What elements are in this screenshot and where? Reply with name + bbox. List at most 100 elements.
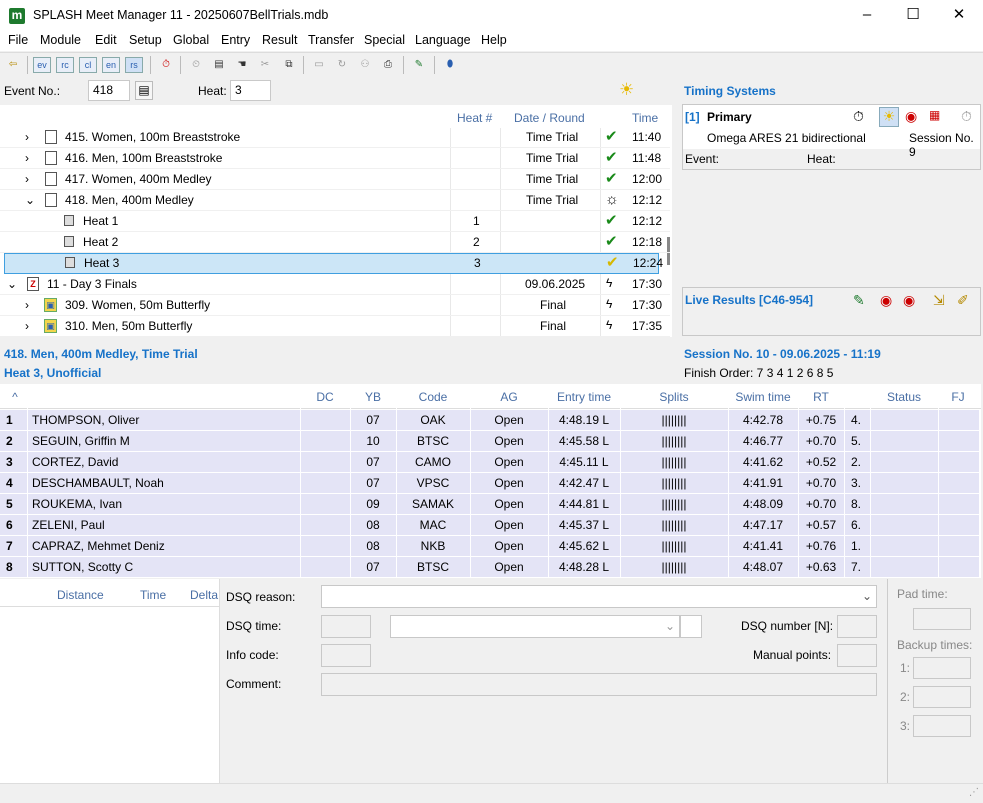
record-icon[interactable]: ◉ [880,292,892,309]
cell-splits[interactable]: |||||||| [620,476,728,490]
tree-row[interactable]: › 417. Women, 400m Medley Time Trial ✔ 1… [0,169,670,190]
table-row[interactable]: 6 ZELENI, Paul 08 MAC Open 4:45.37 L |||||||| 4… [0,515,979,536]
backup-3-field[interactable] [913,715,971,737]
pad-time-field[interactable] [913,608,971,630]
timer-icon[interactable]: ⏲ [187,56,205,74]
col-heat-header[interactable]: Heat # [457,111,492,125]
dsq-time-field[interactable] [321,615,371,638]
table-row[interactable]: 2 SEGUIN, Griffin M 10 BTSC Open 4:45.58 L |||… [0,431,979,452]
collapse-icon[interactable]: ⌄ [25,193,35,207]
lang-rs-button[interactable]: rs [125,57,143,73]
menu-global[interactable]: Global [173,33,209,47]
heat-input[interactable]: 3 [230,80,271,101]
dsq-code-select[interactable]: ⌄ [390,615,680,638]
dsq-extra-button[interactable] [680,615,702,638]
event-no-input[interactable]: 418 [88,80,130,101]
timing-primary[interactable]: [1] Primary ⏱ ☀ ◉ ▦ ⏱ Omega ARES 21 bidi… [683,105,980,159]
film-icon[interactable]: ▦ [929,108,940,122]
cell-splits[interactable]: |||||||| [620,413,728,427]
table-row[interactable]: 7 CAPRAZ, Mehmet Deniz 08 NKB Open 4:45.62 L |… [0,536,979,557]
menu-transfer[interactable]: Transfer [308,33,354,47]
folder-icon[interactable]: ⇲ [933,292,945,309]
col-splits-header[interactable]: Splits [620,390,728,404]
record-stop-icon[interactable]: ◉ [903,292,915,309]
tree-row-selected[interactable]: Heat 3 3 ✔ 12:24 [4,253,663,274]
edit-icon[interactable]: ✎ [853,292,865,309]
monitor-icon[interactable]: ▭ [310,56,328,74]
tree-row[interactable]: ⌄ Z 11 - Day 3 Finals 09.06.2025 ϟ 17:30 [0,274,670,295]
table-row[interactable]: 5 ROUKEMA, Ivan 09 SAMAK Open 4:44.81 L ||||||… [0,494,979,515]
time-header[interactable]: Time [140,588,166,602]
edit-icon[interactable]: ✎ [410,56,428,74]
stopwatch-icon[interactable]: ⏱ [157,56,175,74]
minimize-button[interactable]: – [844,0,890,31]
tree-row[interactable]: › 415. Women, 100m Breaststroke Time Tri… [0,127,670,148]
menu-module[interactable]: Module [40,33,81,47]
print-list-icon[interactable]: ▤ [210,56,228,74]
tree-row[interactable]: ⌄ 418. Men, 400m Medley Time Trial ☼ 12:… [0,190,670,211]
col-status-header[interactable]: Status [870,390,938,404]
cell-splits[interactable]: |||||||| [620,560,728,574]
menu-special[interactable]: Special [364,33,405,47]
table-row[interactable]: 3 CORTEZ, David 07 CAMO Open 4:45.11 L |||||||… [0,452,979,473]
dsq-number-field[interactable] [837,615,877,638]
maximize-button[interactable]: ☐ [890,0,936,31]
col-yb-header[interactable]: YB [350,390,396,404]
stopwatch-icon[interactable]: ⏱ [961,108,972,125]
dsq-reason-select[interactable]: ⌄ [321,585,877,608]
exit-icon[interactable]: ⇦ [4,56,22,74]
cell-splits[interactable]: |||||||| [620,539,728,553]
comment-field[interactable] [321,673,877,696]
expand-icon[interactable]: › [25,172,29,186]
copy-icon[interactable]: ⧉ [280,56,298,74]
chevron-down-icon[interactable]: ⌄ [862,589,872,603]
refresh-icon[interactable]: ↻ [333,56,351,74]
menu-help[interactable]: Help [481,33,507,47]
hand-icon[interactable]: ☚ [233,56,251,74]
lang-cl-button[interactable]: cl [79,57,97,73]
tree-row[interactable]: › ▣ 310. Men, 50m Butterfly Final ϟ 17:3… [0,316,670,337]
device-icon[interactable]: ⬮ [441,56,459,74]
notes-icon[interactable]: ✐ [957,292,969,309]
backup-1-field[interactable] [913,657,971,679]
col-dc-header[interactable]: DC [300,390,350,404]
lang-en-button[interactable]: en [102,57,120,73]
expand-icon[interactable]: › [25,319,29,333]
distance-header[interactable]: Distance [57,588,104,602]
resize-grip-icon[interactable]: ⋰ [969,787,979,798]
sort-icon[interactable]: ^ [10,390,20,404]
table-row[interactable]: 1 THOMPSON, Oliver 07 OAK Open 4:48.19 L |||||… [0,410,979,431]
col-ag-header[interactable]: AG [470,390,548,404]
lang-ev-button[interactable]: ev [33,57,51,73]
tools-icon[interactable]: ✂ [256,56,274,74]
menu-edit[interactable]: Edit [95,33,117,47]
menu-setup[interactable]: Setup [129,33,162,47]
delta-header[interactable]: Delta [190,588,218,602]
collapse-icon[interactable]: ⌄ [7,277,17,291]
lang-rc-button[interactable]: rc [56,57,74,73]
col-entry-header[interactable]: Entry time [548,390,620,404]
tree-row[interactable]: Heat 1 1 ✔ 12:12 [0,211,670,232]
close-button[interactable]: ✕ [936,0,982,31]
table-row[interactable]: 4 DESCHAMBAULT, Noah 07 VPSC Open 4:42.47 L ||… [0,473,979,494]
col-code-header[interactable]: Code [396,390,470,404]
menu-entry[interactable]: Entry [221,33,250,47]
expand-icon[interactable]: › [25,151,29,165]
tree-row[interactable]: Heat 2 2 ✔ 12:18 [0,232,670,253]
record-icon[interactable]: ◉ [905,108,917,125]
manual-points-field[interactable] [837,644,877,667]
printer-icon[interactable]: ⎙ [379,56,397,74]
expand-icon[interactable]: › [25,298,29,312]
timer-icon[interactable]: ⏱ [853,108,864,125]
tree-row[interactable]: › ▣ 309. Women, 50m Butterfly Final ϟ 17… [0,295,670,316]
cell-splits[interactable]: |||||||| [620,518,728,532]
expand-icon[interactable]: › [25,130,29,144]
tree-row[interactable]: › 416. Men, 100m Breaststroke Time Trial… [0,148,670,169]
info-code-field[interactable] [321,644,371,667]
sun-icon[interactable]: ☀ [879,107,899,127]
event-document-icon[interactable]: ▤ [135,81,153,100]
people-icon[interactable]: ⚇ [356,56,374,74]
col-time-header[interactable]: Time [632,111,658,125]
backup-2-field[interactable] [913,686,971,708]
table-row[interactable]: 8 SUTTON, Scotty C 07 BTSC Open 4:48.28 L ||||… [0,557,979,578]
